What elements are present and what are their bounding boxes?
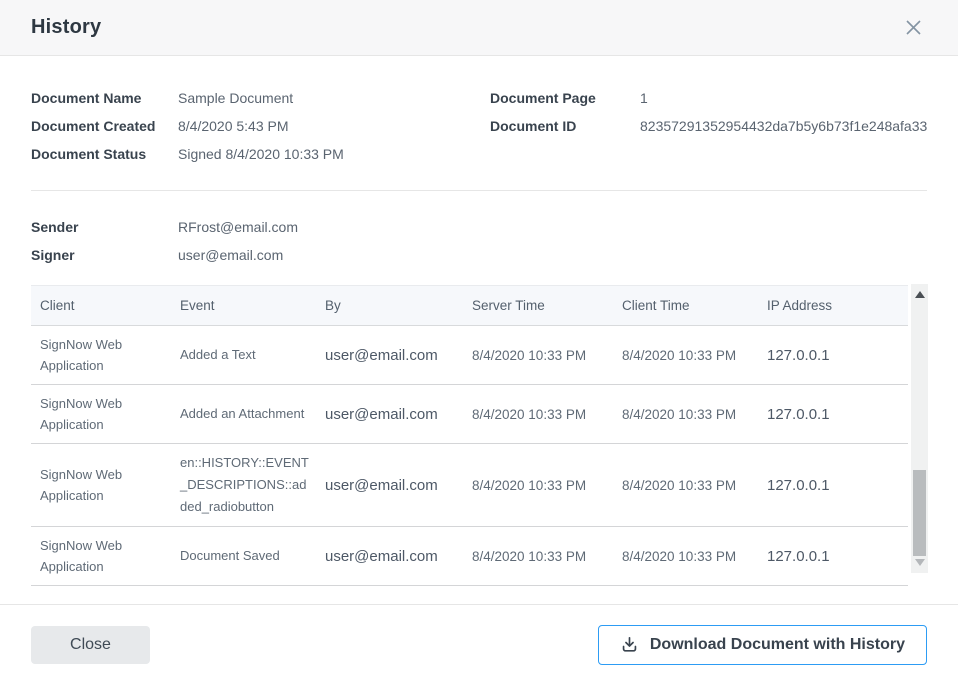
cell-client: SignNow Web Application — [31, 535, 171, 577]
column-header-event: Event — [171, 298, 316, 313]
modal-header: History — [0, 0, 958, 56]
document-name-row: Document Name Sample Document — [31, 84, 490, 112]
document-info-right-column: Document Page 1 Document ID 823572913529… — [490, 84, 927, 168]
cell-event: Added an Attachment — [171, 403, 316, 425]
cell-client: SignNow Web Application — [31, 464, 171, 506]
cell-event: en::HISTORY::EVENT_DESCRIPTIONS::added_r… — [171, 452, 316, 518]
document-status-label: Document Status — [31, 140, 178, 168]
download-icon — [620, 635, 639, 654]
cell-event: Added a Text — [171, 344, 316, 366]
table-row: SignNow Web Application Document Saved u… — [31, 527, 908, 586]
cell-ip: 127.0.0.1 — [758, 406, 908, 423]
sender-value: RFrost@email.com — [178, 213, 298, 241]
cell-by: user@email.com — [316, 548, 463, 565]
history-modal: { "header": { "title": "History" }, "doc… — [0, 0, 958, 684]
column-header-server-time: Server Time — [463, 298, 613, 313]
document-info-left-column: Document Name Sample Document Document C… — [31, 84, 490, 168]
document-info-section: Document Name Sample Document Document C… — [31, 56, 927, 191]
scroll-up-button[interactable] — [911, 286, 928, 303]
document-page-row: Document Page 1 — [490, 84, 927, 112]
document-id-row: Document ID 82357291352954432da7b5y6b73f… — [490, 112, 927, 140]
document-page-label: Document Page — [490, 84, 640, 112]
page-title: History — [31, 16, 101, 39]
cell-by: user@email.com — [316, 406, 463, 423]
table-row: SignNow Web Application en::HISTORY::EVE… — [31, 444, 908, 527]
cell-client-time: 8/4/2020 10:33 PM — [613, 478, 758, 493]
document-created-label: Document Created — [31, 112, 178, 140]
download-button-label: Download Document with History — [650, 636, 905, 654]
column-header-ip-address: IP Address — [758, 298, 908, 313]
scroll-up-icon — [915, 291, 925, 298]
cell-ip: 127.0.0.1 — [758, 347, 908, 364]
cell-event: Document Saved — [171, 545, 316, 567]
document-id-label: Document ID — [490, 112, 640, 140]
sender-row: Sender RFrost@email.com — [31, 213, 927, 241]
document-name-value: Sample Document — [178, 84, 293, 112]
signer-label: Signer — [31, 241, 178, 269]
scrollbar-thumb[interactable] — [913, 470, 926, 556]
cell-ip: 127.0.0.1 — [758, 548, 908, 565]
table-scrollbar[interactable] — [911, 284, 928, 573]
signer-value: user@email.com — [178, 241, 283, 269]
cell-server-time: 8/4/2020 10:33 PM — [463, 478, 613, 493]
column-header-client-time: Client Time — [613, 298, 758, 313]
cell-by: user@email.com — [316, 477, 463, 494]
close-button[interactable] — [900, 14, 927, 41]
column-header-by: By — [316, 298, 463, 313]
history-table: Client Event By Server Time Client Time … — [31, 285, 908, 586]
document-created-value: 8/4/2020 5:43 PM — [178, 112, 289, 140]
cell-client: SignNow Web Application — [31, 393, 171, 435]
sender-label: Sender — [31, 213, 178, 241]
table-row: SignNow Web Application Added a Text use… — [31, 326, 908, 385]
participants-section: Sender RFrost@email.com Signer user@emai… — [31, 191, 927, 285]
modal-footer: Close Download Document with History — [0, 604, 958, 684]
cell-client: SignNow Web Application — [31, 334, 171, 376]
cell-server-time: 8/4/2020 10:33 PM — [463, 549, 613, 564]
table-row: SignNow Web Application Added an Attachm… — [31, 385, 908, 444]
document-id-value: 82357291352954432da7b5y6b73f1e248afa33 — [640, 112, 927, 140]
document-status-value: Signed 8/4/2020 10:33 PM — [178, 140, 344, 168]
cell-client-time: 8/4/2020 10:33 PM — [613, 549, 758, 564]
cell-server-time: 8/4/2020 10:33 PM — [463, 407, 613, 422]
download-document-with-history-button[interactable]: Download Document with History — [598, 625, 927, 665]
document-page-value: 1 — [640, 84, 648, 112]
modal-body: Document Name Sample Document Document C… — [0, 56, 958, 586]
cell-ip: 127.0.0.1 — [758, 477, 908, 494]
history-table-header: Client Event By Server Time Client Time … — [31, 285, 908, 326]
signer-row: Signer user@email.com — [31, 241, 927, 269]
cell-client-time: 8/4/2020 10:33 PM — [613, 407, 758, 422]
document-status-row: Document Status Signed 8/4/2020 10:33 PM — [31, 140, 490, 168]
cell-by: user@email.com — [316, 347, 463, 364]
column-header-client: Client — [31, 298, 171, 313]
history-table-body: SignNow Web Application Added a Text use… — [31, 326, 908, 586]
document-created-row: Document Created 8/4/2020 5:43 PM — [31, 112, 490, 140]
cell-client-time: 8/4/2020 10:33 PM — [613, 348, 758, 363]
scroll-down-button[interactable] — [911, 554, 928, 571]
document-name-label: Document Name — [31, 84, 178, 112]
close-modal-button[interactable]: Close — [31, 626, 150, 664]
scroll-down-icon — [915, 559, 925, 566]
cell-server-time: 8/4/2020 10:33 PM — [463, 348, 613, 363]
close-icon — [904, 18, 923, 37]
